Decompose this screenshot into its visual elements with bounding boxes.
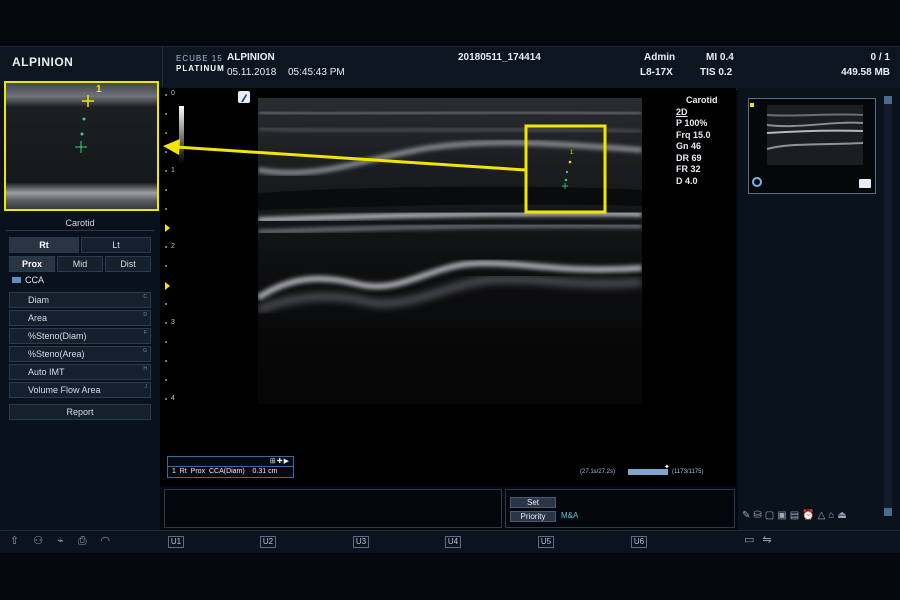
user-key-u6[interactable]: U6 <box>631 536 647 548</box>
priority-button[interactable]: Priority <box>510 511 556 522</box>
cine-time: (27.1s/27.2s) <box>580 469 616 475</box>
magnify-icon[interactable] <box>752 177 762 187</box>
param-frequency: Frq 15.0 <box>676 129 711 140</box>
user-key-u4[interactable]: U4 <box>445 536 461 548</box>
monitor-icon[interactable]: ▭ <box>744 534 762 546</box>
usb-icon[interactable]: ⌁ <box>57 535 78 547</box>
param-frame-rate: FR 32 <box>676 164 701 174</box>
measurement-text: 1 Rt Prox CCA(Diam) 0.31 cm <box>172 468 278 475</box>
set-button[interactable]: Set <box>510 497 556 508</box>
image-thumbnail[interactable] <box>748 98 876 194</box>
mode-indicator: M&A <box>561 511 579 520</box>
measurement-result-box[interactable]: ⊞✚▶ 1 Rt Prox CCA(Diam) 0.31 cm <box>167 456 294 478</box>
alarm-icon[interactable]: ⏰ <box>802 510 817 521</box>
thumbnail-scrollbar[interactable] <box>884 96 892 516</box>
screen-icon[interactable]: ▢ <box>765 510 777 521</box>
user-key-u5[interactable]: U5 <box>538 536 554 548</box>
cine-cursor-icon[interactable]: ✦ <box>664 463 670 471</box>
zoom-arrow-line <box>175 145 527 172</box>
upload-icon[interactable]: ⇧ <box>10 535 33 547</box>
play-clip-icon[interactable] <box>859 179 871 188</box>
param-power: P 100% <box>676 118 708 128</box>
eject-icon[interactable]: ⏏ <box>837 510 849 521</box>
param-gain: Gn 46 <box>676 141 702 151</box>
scroll-down-icon[interactable] <box>884 508 892 516</box>
list-icon[interactable]: ▣ <box>777 510 789 521</box>
edit-icon[interactable]: ✎ <box>742 510 753 521</box>
cine-progress-bar[interactable] <box>628 469 668 475</box>
home-icon[interactable]: ⌂ <box>828 510 837 521</box>
imaging-params: Carotid 2D P 100% Frq 15.0 Gn 46 DR 69 F… <box>676 95 718 187</box>
zoom-region-box <box>524 124 607 214</box>
user-key-u1[interactable]: U1 <box>168 536 184 548</box>
mode-label: 2D <box>676 106 688 117</box>
display-icons[interactable]: ▭⇋ <box>744 533 780 546</box>
grid-icon[interactable]: ▤ <box>790 510 802 521</box>
measurement-box-header: ⊞✚▶ <box>168 457 293 467</box>
comment-panel[interactable] <box>164 489 502 528</box>
preset-label: Carotid <box>686 95 718 105</box>
triangle-icon[interactable]: △ <box>818 510 829 521</box>
arrow-head-icon <box>163 139 180 155</box>
network-icon[interactable]: ⇋ <box>762 534 779 546</box>
user-icon[interactable]: ⚇ <box>33 535 57 547</box>
param-depth: D 4.0 <box>676 175 698 186</box>
review-tool-icons[interactable]: ✎⛁▢▣▤⏰△⌂⏏ <box>742 510 850 521</box>
database-icon[interactable]: ⛁ <box>753 510 764 521</box>
measurement-nav-icon[interactable]: ⊞✚▶ <box>270 457 290 465</box>
control-panel <box>505 489 735 528</box>
system-icons[interactable]: ⇧⚇⌁⎙◠ <box>10 534 124 548</box>
printer-icon[interactable]: ⎙ <box>78 535 101 547</box>
wifi-icon[interactable]: ◠ <box>101 535 125 547</box>
scroll-up-icon[interactable] <box>884 96 892 104</box>
user-key-u2[interactable]: U2 <box>260 536 276 548</box>
param-dynamic-range: DR 69 <box>676 152 702 163</box>
user-key-u3[interactable]: U3 <box>353 536 369 548</box>
cine-frames: (1173/1175) <box>672 469 704 475</box>
